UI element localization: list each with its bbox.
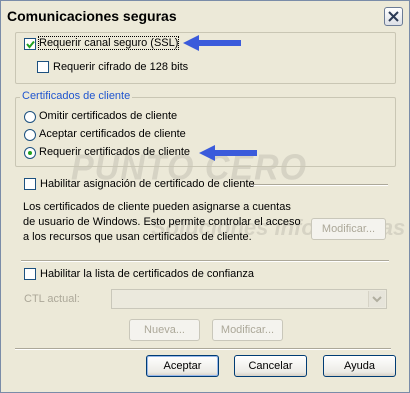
enable-ctl-checkbox[interactable] (24, 268, 36, 280)
ctl-modify-button[interactable]: Modificar... (212, 319, 283, 341)
require-certs-radio[interactable] (24, 147, 36, 159)
title-bar: Comunicaciones seguras (1, 1, 409, 31)
mapping-description-line-2: de usuario de Windows. Esto permite cont… (23, 216, 301, 228)
mapping-description-line-1: Los certificados de cliente pueden asign… (23, 201, 291, 213)
ctl-current-select[interactable] (111, 289, 387, 309)
dialog-window: Comunicaciones seguras PUNTO CERO Soluci… (0, 0, 410, 393)
chevron-down-icon (372, 296, 382, 303)
enable-mapping-checkbox[interactable] (24, 178, 36, 190)
dropdown-arrow (368, 291, 385, 307)
require-128-checkbox[interactable] (37, 61, 49, 73)
cancel-button[interactable]: Cancelar (234, 355, 307, 377)
accept-button[interactable]: Aceptar (146, 355, 219, 377)
ctl-new-button[interactable]: Nueva... (129, 319, 200, 341)
close-button[interactable] (384, 7, 403, 26)
window-title: Comunicaciones seguras (7, 8, 177, 24)
checkmark-icon (26, 40, 35, 49)
require-certs-label[interactable]: Requerir certificados de cliente (39, 146, 190, 158)
help-button[interactable]: Ayuda (323, 355, 396, 377)
require-ssl-label[interactable]: Requerir canal seguro (SSL) (37, 36, 180, 50)
close-icon (388, 11, 399, 22)
separator-footer (15, 348, 391, 350)
require-128-label[interactable]: Requerir cifrado de 128 bits (53, 61, 188, 73)
arrow-annotation-icon (183, 35, 241, 51)
enable-ctl-label[interactable]: Habilitar la lista de certificados de co… (40, 268, 254, 280)
mapping-description: Los certificados de cliente pueden asign… (23, 200, 301, 245)
omit-certs-radio[interactable] (24, 111, 36, 123)
radio-selected-dot (28, 151, 32, 155)
ctl-current-label: CTL actual: (24, 293, 80, 305)
enable-mapping-label[interactable]: Habilitar asignación de certificado de c… (40, 178, 255, 190)
arrow-annotation-icon (199, 145, 257, 161)
separator-mapping (251, 184, 388, 186)
mapping-description-line-3: a los recursos que usan certificados de … (23, 231, 252, 243)
separator-ctl (21, 260, 389, 262)
client-certs-legend: Certificados de cliente (20, 90, 133, 102)
mapping-modify-button[interactable]: Modificar... (311, 218, 386, 240)
require-ssl-checkbox[interactable] (24, 38, 36, 50)
accept-certs-label[interactable]: Aceptar certificados de cliente (39, 128, 186, 140)
accept-certs-radio[interactable] (24, 129, 36, 141)
omit-certs-label[interactable]: Omitir certificados de cliente (39, 110, 177, 122)
